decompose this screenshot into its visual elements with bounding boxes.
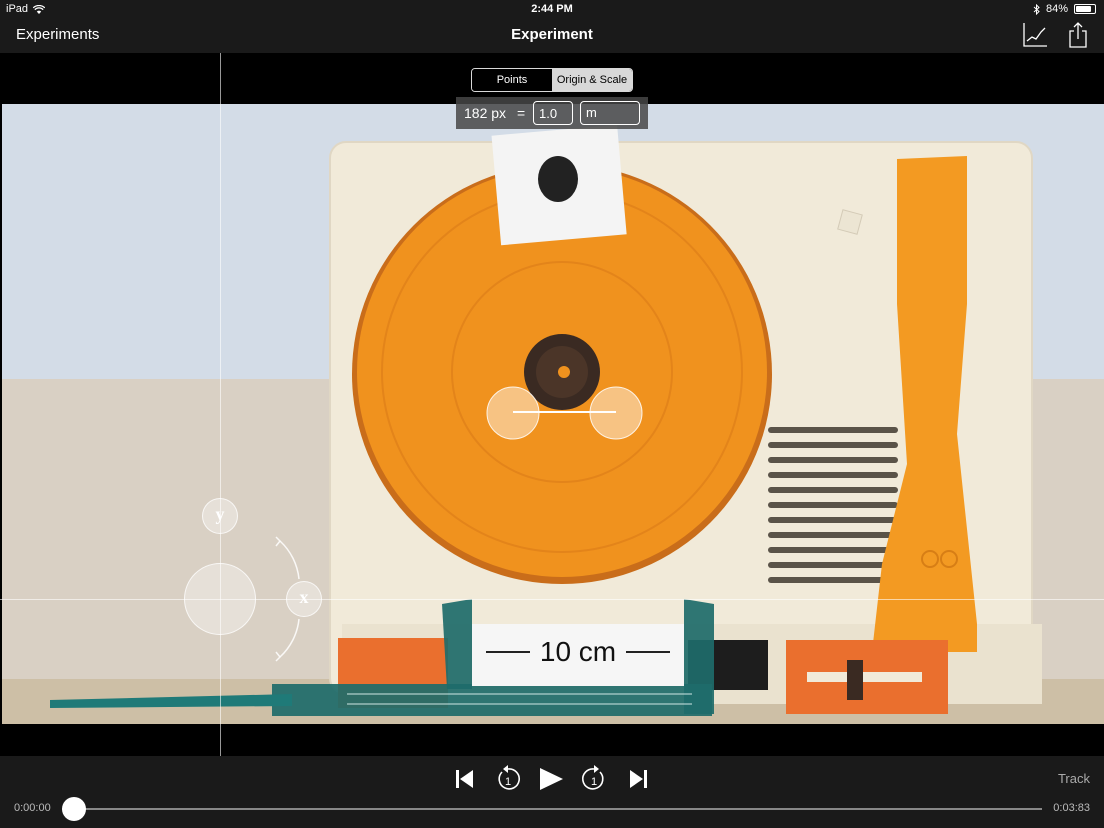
- step-forward-icon[interactable]: 1: [580, 764, 608, 794]
- origin-handle[interactable]: [184, 563, 256, 635]
- battery-percent: 84%: [1045, 3, 1068, 15]
- play-icon[interactable]: [537, 764, 565, 794]
- battery-icon: [1074, 4, 1096, 14]
- y-axis-line: [220, 53, 221, 828]
- nav-bar: Experiments Experiment: [0, 18, 1104, 53]
- playback-controls: 1 1 Track 0:00:00 0:03:83: [0, 756, 1104, 828]
- scale-value-input[interactable]: [533, 101, 573, 125]
- end-time: 0:03:83: [1053, 802, 1090, 814]
- scrubber-track[interactable]: [62, 808, 1042, 810]
- mode-segmented-control[interactable]: Points Origin & Scale: [471, 68, 633, 92]
- skip-start-icon[interactable]: [452, 764, 476, 794]
- x-axis-line: [0, 599, 1104, 600]
- rotate-axes-icon[interactable]: [268, 535, 302, 663]
- graph-icon[interactable]: [1022, 22, 1048, 48]
- track-button[interactable]: Track: [1058, 771, 1090, 786]
- bluetooth-icon: [1033, 3, 1040, 15]
- scale-equals: =: [517, 105, 526, 121]
- share-icon[interactable]: [1067, 21, 1089, 49]
- scale-bar: 182 px = m: [456, 97, 648, 129]
- y-axis-label: y: [215, 504, 225, 524]
- scrubber-thumb[interactable]: [62, 797, 86, 821]
- segment-points[interactable]: Points: [472, 69, 552, 91]
- current-time: 0:00:00: [14, 802, 51, 814]
- svg-text:1: 1: [505, 776, 511, 788]
- ruler-label: 10 cm: [539, 636, 617, 667]
- video-frame[interactable]: 10 cm: [2, 104, 1104, 724]
- segment-origin-scale[interactable]: Origin & Scale: [552, 69, 632, 91]
- status-bar: iPad 2:44 PM 84%: [0, 0, 1104, 18]
- scale-unit-field[interactable]: m: [580, 101, 640, 125]
- svg-text:1: 1: [591, 776, 597, 788]
- skip-end-icon[interactable]: [627, 764, 651, 794]
- video-scene: [2, 104, 1104, 724]
- clock: 2:44 PM: [531, 3, 573, 15]
- scale-pixels: 182 px: [464, 105, 507, 121]
- step-back-icon[interactable]: 1: [494, 764, 522, 794]
- page-title: Experiment: [511, 26, 593, 43]
